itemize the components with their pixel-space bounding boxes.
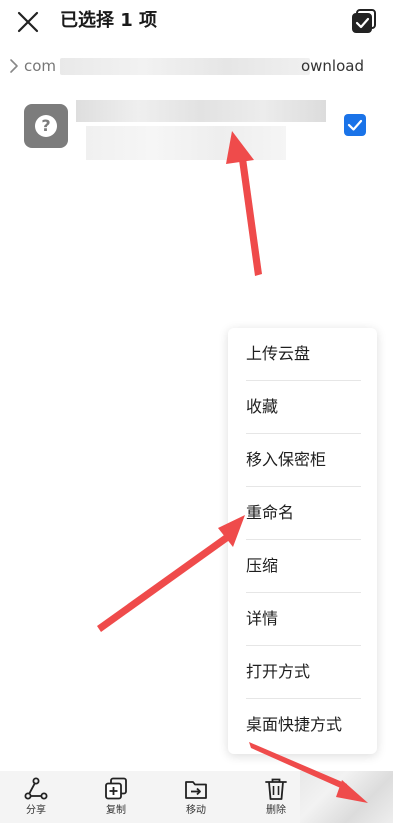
delete-label: 删除 — [266, 805, 286, 816]
menu-item-details[interactable]: 详情 — [228, 593, 377, 646]
move-icon — [185, 781, 207, 799]
unknown-file-icon: ? — [24, 104, 68, 148]
checkmark-icon — [347, 119, 363, 131]
bottom-toolbar: 分享 复制 移动 删除 — [0, 771, 393, 823]
menu-item-label: 压缩 — [246, 556, 279, 575]
select-all-button[interactable] — [351, 8, 377, 34]
move-label: 移动 — [186, 805, 206, 816]
close-button[interactable] — [14, 8, 42, 36]
copy-label: 复制 — [106, 805, 126, 816]
copy-icon — [105, 777, 127, 800]
path-breadcrumb[interactable]: com ownload — [8, 56, 378, 78]
menu-item-label: 上传云盘 — [246, 344, 311, 363]
breadcrumb-end: ownload — [300, 57, 364, 75]
selection-count-title: 已选择 1 项 — [60, 10, 158, 31]
copy-button[interactable]: 复制 — [88, 777, 144, 823]
file-list-item[interactable]: ? — [0, 96, 393, 162]
menu-item-open-with[interactable]: 打开方式 — [228, 646, 377, 699]
close-icon — [17, 11, 39, 33]
move-button[interactable]: 移动 — [168, 777, 224, 823]
menu-item-label: 移入保密柜 — [246, 450, 327, 469]
delete-icon — [265, 778, 287, 800]
selection-header: 已选择 1 项 — [0, 0, 393, 44]
more-options-menu: 上传云盘 收藏 移入保密柜 重命名 压缩 详情 打开方式 桌面快捷方式 — [228, 328, 377, 754]
share-icon — [24, 777, 48, 800]
more-button-redacted[interactable] — [300, 771, 393, 823]
breadcrumb-redacted — [60, 58, 310, 75]
menu-item-label: 收藏 — [246, 397, 279, 416]
menu-item-label: 详情 — [246, 609, 279, 628]
select-all-icon — [352, 9, 376, 33]
menu-item-desktop-shortcut[interactable]: 桌面快捷方式 — [228, 699, 377, 752]
file-name-redacted — [76, 100, 326, 122]
file-manager-screen: 已选择 1 项 com ownload ? 上传云盘 收藏 移入保密柜 重命名 … — [0, 0, 393, 823]
question-mark-icon: ? — [35, 115, 57, 137]
file-meta-redacted — [86, 126, 286, 160]
breadcrumb-start: com — [24, 57, 57, 75]
file-checkbox[interactable] — [344, 114, 366, 136]
menu-item-label: 重命名 — [246, 503, 295, 522]
menu-item-rename[interactable]: 重命名 — [228, 487, 377, 540]
menu-item-compress[interactable]: 压缩 — [228, 540, 377, 593]
menu-item-upload-cloud[interactable]: 上传云盘 — [228, 328, 377, 381]
chevron-right-icon — [10, 59, 18, 73]
share-label: 分享 — [26, 805, 46, 816]
delete-button[interactable]: 删除 — [248, 777, 304, 823]
share-button[interactable]: 分享 — [8, 777, 64, 823]
menu-item-label: 桌面快捷方式 — [246, 715, 343, 734]
arrow-to-rename-icon — [97, 515, 245, 632]
menu-item-label: 打开方式 — [246, 662, 311, 681]
menu-item-favorite[interactable]: 收藏 — [228, 381, 377, 434]
menu-item-move-to-safe[interactable]: 移入保密柜 — [228, 434, 377, 487]
